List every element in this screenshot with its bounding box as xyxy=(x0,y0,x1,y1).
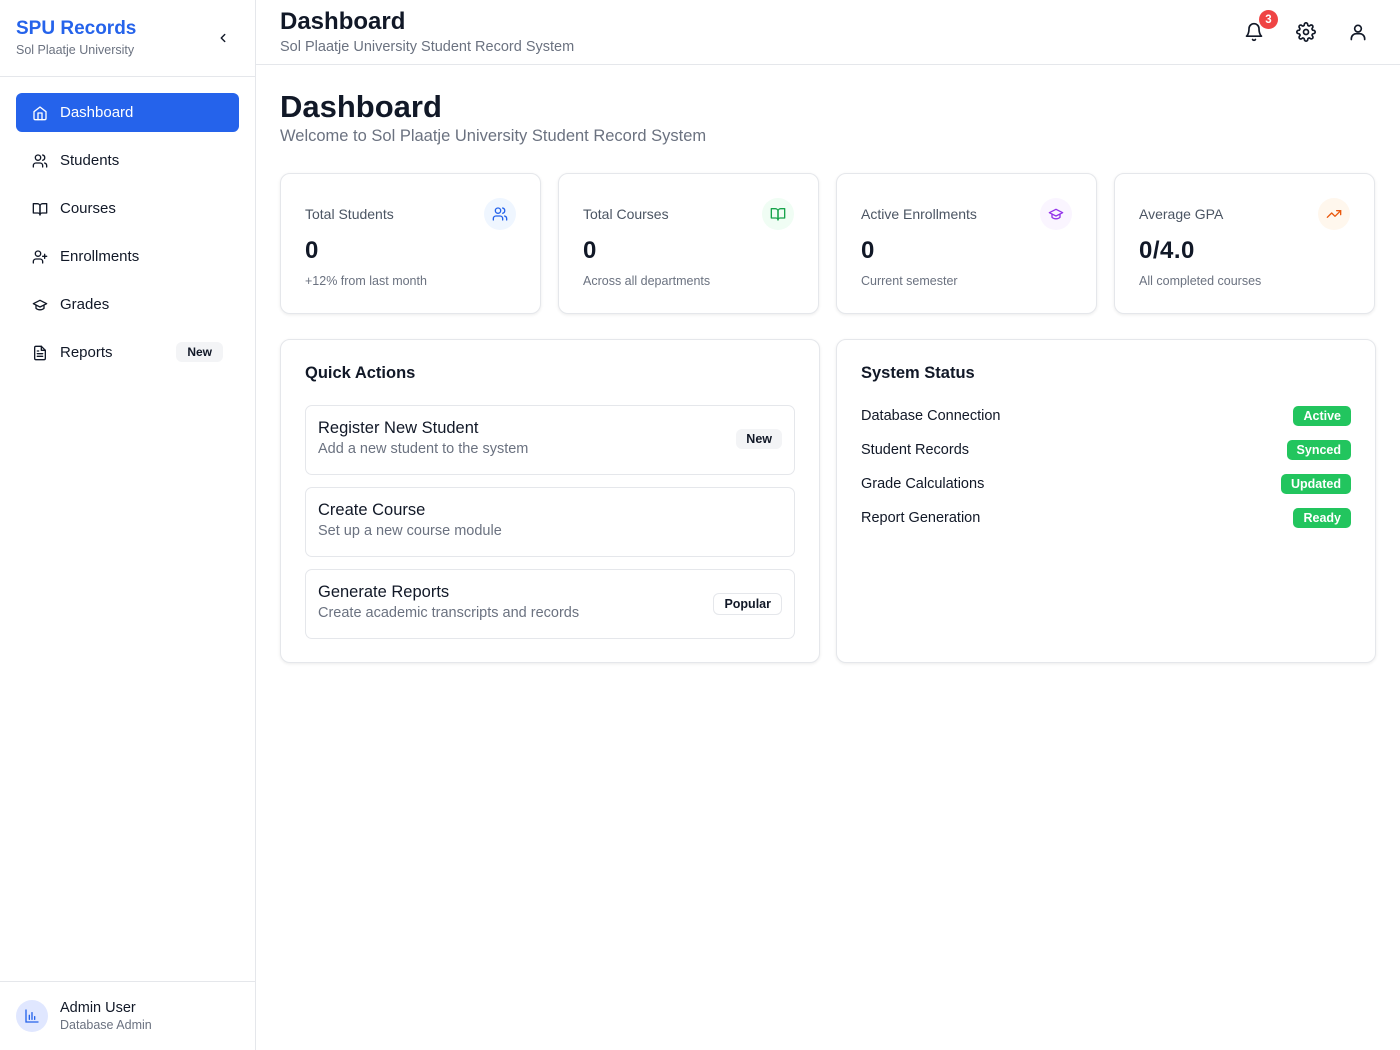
graduation-cap-icon xyxy=(1040,198,1072,230)
users-icon xyxy=(484,198,516,230)
sidebar-item-reports[interactable]: Reports New xyxy=(16,333,239,372)
header-actions: 3 xyxy=(1242,10,1370,44)
stat-note: +12% from last month xyxy=(305,274,427,288)
graduation-cap-icon xyxy=(32,297,48,313)
status-row-grade-calculations: Grade Calculations Updated xyxy=(861,473,1351,495)
stat-card-active-enrollments: Active Enrollments 0 Current semester xyxy=(836,173,1097,314)
status-row-student-records: Student Records Synced xyxy=(861,439,1351,461)
new-badge: New xyxy=(736,429,782,449)
action-desc: Set up a new course module xyxy=(318,523,502,539)
sidebar-item-students[interactable]: Students xyxy=(16,141,239,180)
stat-value: 0 xyxy=(861,237,875,264)
trending-up-icon xyxy=(1318,198,1350,230)
new-badge: New xyxy=(176,342,223,362)
action-title: Create Course xyxy=(318,501,426,519)
home-icon xyxy=(32,105,48,121)
create-course-action[interactable]: Create Course Set up a new course module xyxy=(305,487,795,557)
notification-count-badge: 3 xyxy=(1259,10,1278,29)
quick-actions-panel: Quick Actions Register New Student Add a… xyxy=(280,339,820,663)
register-new-student-action[interactable]: Register New Student Add a new student t… xyxy=(305,405,795,475)
stat-value: 0 xyxy=(305,237,319,264)
stat-note: Across all departments xyxy=(583,274,711,288)
file-text-icon xyxy=(32,345,48,361)
profile-button[interactable] xyxy=(1346,20,1370,44)
avatar xyxy=(16,1000,48,1032)
status-label: Student Records xyxy=(861,442,970,458)
stat-card-total-students: Total Students 0 +12% from last month xyxy=(280,173,541,314)
user-profile[interactable]: Admin User Database Admin xyxy=(0,981,255,1050)
page-title: Dashboard xyxy=(280,89,442,124)
user-name: Admin User xyxy=(60,1000,136,1016)
stat-note: All completed courses xyxy=(1139,274,1262,288)
book-icon xyxy=(32,201,48,217)
sidebar-item-courses[interactable]: Courses xyxy=(16,189,239,228)
action-desc: Add a new student to the system xyxy=(318,441,529,457)
sidebar-item-label: Enrollments xyxy=(60,248,140,265)
generate-reports-action[interactable]: Generate Reports Create academic transcr… xyxy=(305,569,795,639)
user-plus-icon xyxy=(32,249,48,265)
status-badge: Active xyxy=(1293,406,1351,426)
status-label: Grade Calculations xyxy=(861,476,985,492)
user-role: Database Admin xyxy=(60,1018,152,1032)
sidebar-item-label: Students xyxy=(60,152,120,169)
book-icon xyxy=(762,198,794,230)
page-subtitle: Welcome to Sol Plaatje University Studen… xyxy=(280,127,707,145)
action-desc: Create academic transcripts and records xyxy=(318,605,580,621)
popular-badge: Popular xyxy=(713,593,782,615)
system-status-panel: System Status Database Connection Active… xyxy=(836,339,1376,663)
status-label: Database Connection xyxy=(861,408,1001,424)
sidebar: SPU Records Sol Plaatje University Dashb… xyxy=(0,0,256,1050)
sidebar-item-label: Grades xyxy=(60,296,110,313)
gear-icon xyxy=(1296,22,1316,42)
sidebar-item-label: Courses xyxy=(60,200,116,217)
sidebar-item-label: Reports xyxy=(60,344,113,361)
quick-actions-title: Quick Actions xyxy=(305,364,416,382)
sidebar-item-label: Dashboard xyxy=(60,104,134,121)
status-badge: Ready xyxy=(1293,508,1351,528)
brand-title: SPU Records xyxy=(16,18,137,39)
sidebar-item-enrollments[interactable]: Enrollments xyxy=(16,237,239,276)
chevron-left-icon xyxy=(220,33,226,43)
status-row-report-generation: Report Generation Ready xyxy=(861,507,1351,529)
action-title: Register New Student xyxy=(318,419,479,437)
stats-row: Total Students 0 +12% from last month To… xyxy=(280,173,1376,314)
user-icon xyxy=(1350,24,1366,41)
action-title: Generate Reports xyxy=(318,583,450,601)
brand-subtitle: Sol Plaatje University xyxy=(16,43,135,57)
stat-value: 0 xyxy=(583,237,597,264)
sidebar-item-grades[interactable]: Grades xyxy=(16,285,239,324)
header-title: Dashboard xyxy=(280,8,406,35)
stat-card-total-courses: Total Courses 0 Across all departments xyxy=(558,173,819,314)
stat-value: 0/4.0 xyxy=(1139,237,1195,264)
status-label: Report Generation xyxy=(861,510,981,526)
bar-chart-icon xyxy=(25,1009,39,1023)
system-status-title: System Status xyxy=(861,364,975,382)
status-badge: Updated xyxy=(1281,474,1351,494)
stat-note: Current semester xyxy=(861,274,958,288)
notifications-button[interactable]: 3 xyxy=(1242,10,1278,44)
sidebar-nav: Dashboard Students Courses Enrollments G… xyxy=(0,77,255,397)
main-content: Dashboard Welcome to Sol Plaatje Univers… xyxy=(280,88,1376,663)
header-subtitle: Sol Plaatje University Student Record Sy… xyxy=(280,39,575,55)
collapse-sidebar-button[interactable] xyxy=(213,28,233,48)
status-badge: Synced xyxy=(1286,440,1351,460)
settings-button[interactable] xyxy=(1294,20,1318,44)
brand: SPU Records Sol Plaatje University xyxy=(0,0,255,77)
top-header: Dashboard Sol Plaatje University Student… xyxy=(256,0,1400,65)
stat-card-average-gpa: Average GPA 0/4.0 All completed courses xyxy=(1114,173,1375,314)
status-row-database-connection: Database Connection Active xyxy=(861,405,1351,427)
users-icon xyxy=(32,153,48,169)
sidebar-item-dashboard[interactable]: Dashboard xyxy=(16,93,239,132)
